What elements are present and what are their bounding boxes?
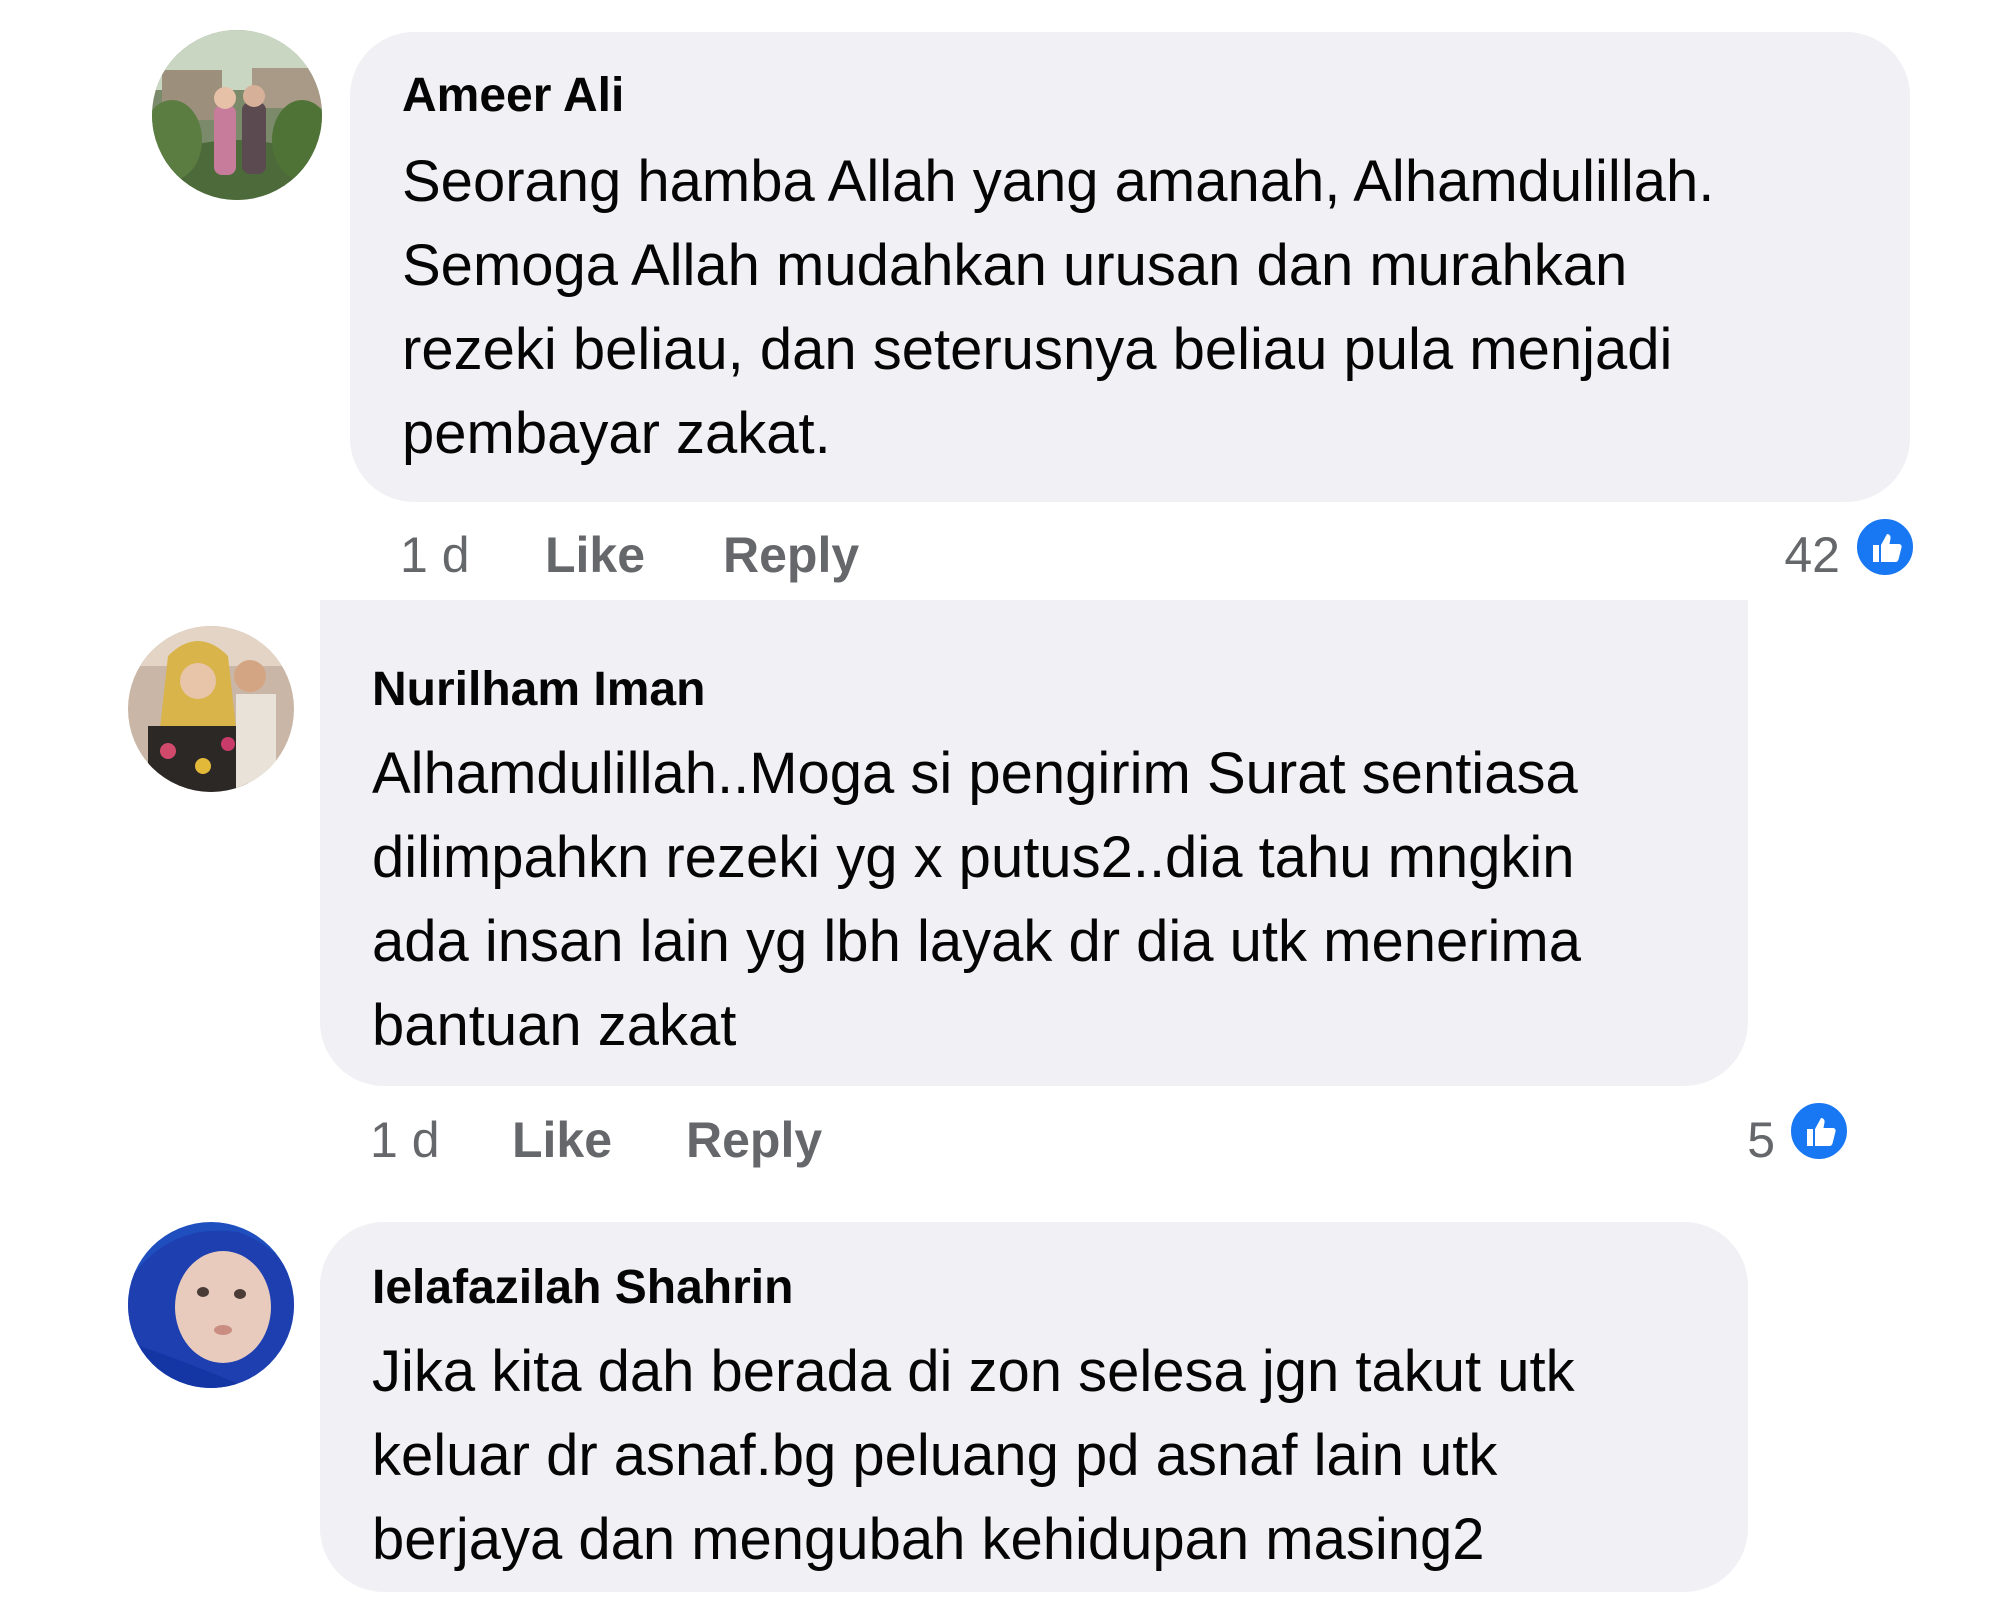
comment-text-line: Jika kita dah berada di zon selesa jgn t… xyxy=(372,1339,1575,1404)
like-button[interactable]: Like xyxy=(512,1110,612,1170)
comment-text-line: Seorang hamba Allah yang amanah, Alhamdu… xyxy=(402,149,1715,214)
comment-text-line: berjaya dan mengubah kehidupan masing2 xyxy=(372,1507,1485,1572)
thumbs-up-icon[interactable] xyxy=(1852,514,1918,580)
comment-timestamp[interactable]: 1 d xyxy=(400,525,470,585)
comment-text-line: keluar dr asnaf.bg peluang pd asnaf lain… xyxy=(372,1423,1498,1488)
comment-author[interactable]: Nurilham Iman xyxy=(372,662,705,718)
comment-text-line: rezeki beliau, dan seterusnya beliau pul… xyxy=(402,317,1673,382)
reaction-count[interactable]: 5 xyxy=(1680,1110,1775,1170)
comment-author[interactable]: Ielafazilah Shahrin xyxy=(372,1260,793,1316)
reply-button[interactable]: Reply xyxy=(686,1110,822,1170)
avatar[interactable] xyxy=(152,30,322,200)
avatar[interactable] xyxy=(128,626,294,792)
comment-text-line: pembayar zakat. xyxy=(402,401,831,466)
comment-timestamp[interactable]: 1 d xyxy=(370,1110,440,1170)
comment-text-line: Semoga Allah mudahkan urusan dan murahka… xyxy=(402,233,1628,298)
comment-author[interactable]: Ameer Ali xyxy=(402,68,624,124)
thumbs-up-icon[interactable] xyxy=(1786,1098,1852,1164)
reply-button[interactable]: Reply xyxy=(723,525,859,585)
comment-text-line: bantuan zakat xyxy=(372,993,737,1058)
comment-text-line: ada insan lain yg lbh layak dr dia utk m… xyxy=(372,909,1581,974)
comment-text-line: dilimpahkn rezeki yg x putus2..dia tahu … xyxy=(372,825,1575,890)
comment-text-line: Alhamdulillah..Moga si pengirim Surat se… xyxy=(372,741,1578,806)
like-button[interactable]: Like xyxy=(545,525,645,585)
avatar[interactable] xyxy=(128,1222,294,1388)
reaction-count[interactable]: 42 xyxy=(1740,525,1840,585)
